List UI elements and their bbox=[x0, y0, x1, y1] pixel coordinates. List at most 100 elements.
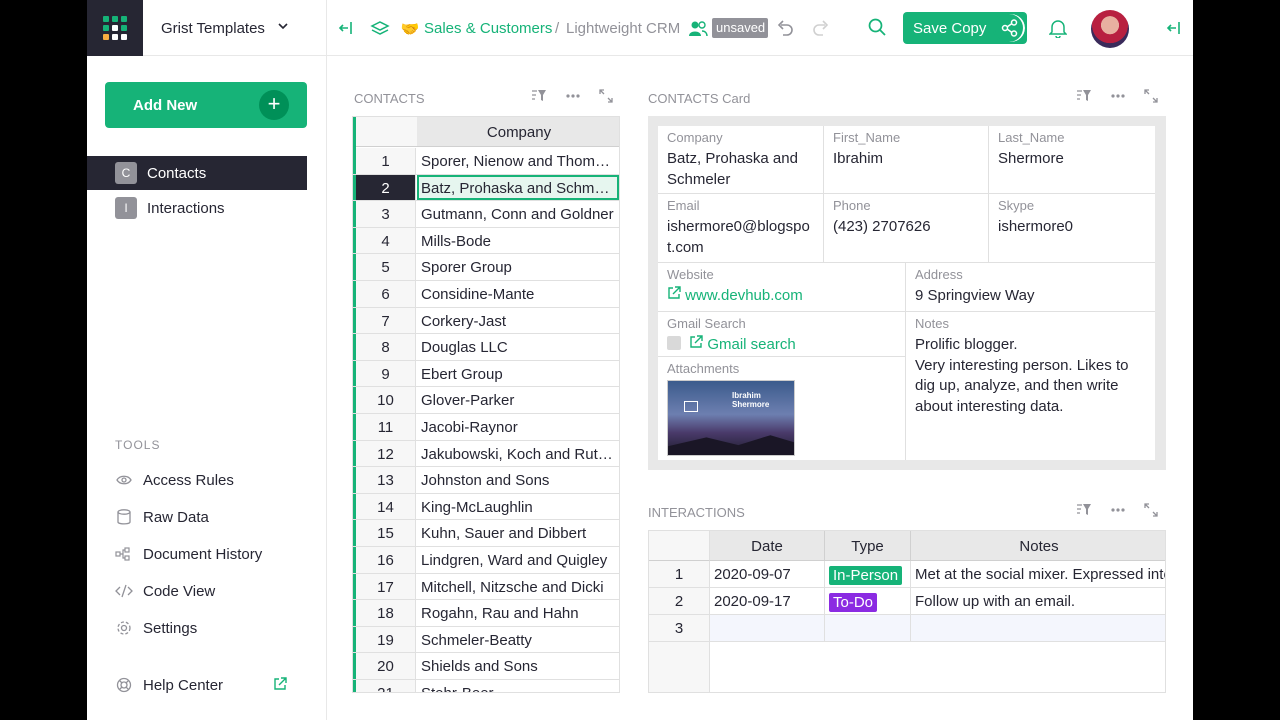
row-number[interactable]: 20 bbox=[356, 653, 416, 679]
page-item-interactions[interactable]: I Interactions bbox=[87, 191, 307, 225]
table-row[interactable]: 21Stehr-Beer bbox=[353, 680, 619, 692]
field-gmail-search[interactable]: Gmail Search Gmail search bbox=[658, 312, 906, 357]
table-row[interactable]: 2 Batz, Prohaska and Schmeler bbox=[353, 174, 619, 202]
date-cell[interactable]: 2020-09-17 bbox=[710, 588, 825, 614]
type-cell[interactable] bbox=[825, 615, 911, 641]
row-number[interactable]: 7 bbox=[356, 307, 416, 334]
table-row[interactable]: 11 Jacobi-Raynor bbox=[353, 414, 619, 441]
row-number[interactable]: 14 bbox=[356, 493, 416, 520]
column-header-date[interactable]: Date bbox=[710, 531, 825, 561]
field-notes[interactable]: Notes Prolific blogger. Very interesting… bbox=[906, 312, 1155, 460]
collapse-right-panel-icon[interactable] bbox=[1165, 19, 1183, 37]
collapse-panel-icon[interactable] bbox=[337, 19, 355, 37]
company-cell[interactable]: Mills-Bode bbox=[417, 228, 619, 254]
row-number[interactable]: 2 bbox=[356, 174, 416, 201]
row-number[interactable]: 5 bbox=[356, 254, 416, 280]
row-number[interactable]: 1 bbox=[649, 561, 710, 587]
row-number[interactable]: 17 bbox=[356, 573, 416, 600]
sort-filter-icon[interactable] bbox=[531, 89, 547, 106]
sort-filter-icon[interactable] bbox=[1076, 89, 1092, 106]
row-number[interactable]: 19 bbox=[356, 626, 416, 653]
company-cell[interactable]: Rogahn, Rau and Hahn bbox=[417, 600, 619, 626]
table-row[interactable]: 16 Lindgren, Ward and Quigley bbox=[353, 547, 619, 574]
table-row[interactable]: 15 Kuhn, Sauer and Dibbert bbox=[353, 520, 619, 547]
tool-document-history[interactable]: Document History bbox=[115, 543, 262, 565]
column-header-notes[interactable]: Notes bbox=[911, 531, 1165, 561]
row-number[interactable]: 4 bbox=[356, 227, 416, 254]
company-cell[interactable]: Sporer Group bbox=[417, 254, 619, 280]
more-options-icon[interactable] bbox=[1110, 89, 1126, 106]
redo-icon[interactable] bbox=[811, 18, 831, 38]
company-cell[interactable]: Jakubowski, Koch and Rutherford bbox=[417, 441, 619, 467]
chevron-down-icon[interactable] bbox=[277, 20, 289, 34]
table-row[interactable]: 1 2020-09-07 In-Person Met at the social mi… bbox=[649, 561, 1165, 588]
field-phone[interactable]: Phone (423) 2707626 bbox=[824, 194, 989, 263]
search-icon[interactable] bbox=[867, 17, 887, 37]
row-number[interactable]: 12 bbox=[356, 440, 416, 467]
gmail-search-link[interactable]: Gmail search bbox=[667, 335, 896, 356]
company-cell[interactable]: Glover-Parker bbox=[417, 387, 619, 413]
table-row[interactable]: 10 Glover-Parker bbox=[353, 387, 619, 414]
company-cell[interactable]: Sporer, Nienow and Thompson bbox=[417, 148, 619, 174]
company-cell[interactable]: Schmeler-Beatty bbox=[417, 627, 619, 653]
field-website[interactable]: Website www.devhub.com bbox=[658, 263, 906, 312]
table-row[interactable]: 1 Sporer, Nienow and Thompson bbox=[353, 148, 619, 175]
row-number[interactable]: 6 bbox=[356, 281, 416, 307]
table-row[interactable]: 2 2020-09-17 To-Do Follow up with an email. bbox=[649, 588, 1165, 615]
row-number[interactable]: 16 bbox=[356, 547, 416, 573]
company-cell[interactable]: Considine-Mante bbox=[417, 281, 619, 307]
column-header-company[interactable]: Company bbox=[417, 117, 619, 147]
tool-code-view[interactable]: Code View bbox=[115, 580, 215, 602]
table-row[interactable]: 7 Corkery-Jast bbox=[353, 307, 619, 335]
field-first-name[interactable]: First_Name Ibrahim bbox=[824, 126, 989, 194]
company-cell[interactable]: Kuhn, Sauer and Dibbert bbox=[417, 520, 619, 546]
expand-icon[interactable] bbox=[1144, 89, 1158, 106]
more-options-icon[interactable] bbox=[1110, 503, 1126, 520]
row-number[interactable]: 2 bbox=[649, 588, 710, 614]
grist-logo[interactable] bbox=[87, 0, 143, 56]
company-cell[interactable]: Gutmann, Conn and Goldner bbox=[417, 201, 619, 227]
row-number[interactable]: 9 bbox=[356, 360, 416, 387]
row-number[interactable]: 3 bbox=[356, 201, 416, 227]
date-cell[interactable] bbox=[710, 615, 825, 641]
external-link-icon[interactable] bbox=[271, 675, 289, 693]
breadcrumb-doc-name[interactable]: Lightweight CRM bbox=[566, 20, 680, 37]
row-number[interactable]: 3 bbox=[649, 615, 710, 641]
notes-cell[interactable]: Follow up with an email. bbox=[911, 588, 1165, 614]
company-cell[interactable]: Lindgren, Ward and Quigley bbox=[417, 547, 619, 573]
row-number[interactable]: 15 bbox=[356, 520, 416, 546]
field-address[interactable]: Address 9 Springview Way bbox=[906, 263, 1155, 312]
field-email[interactable]: Email ishermore0@blogspot.com bbox=[658, 194, 824, 263]
table-row[interactable]: 18 Rogahn, Rau and Hahn bbox=[353, 600, 619, 627]
field-skype[interactable]: Skype ishermore0 bbox=[989, 194, 1155, 263]
company-cell[interactable]: Mitchell, Nitzsche and Dicki bbox=[417, 574, 619, 600]
table-row[interactable]: 6 Considine-Mante bbox=[353, 281, 619, 308]
org-name[interactable]: Grist Templates bbox=[161, 20, 265, 37]
row-number[interactable]: 10 bbox=[356, 387, 416, 413]
row-number[interactable]: 21 bbox=[356, 680, 416, 692]
table-row[interactable]: 3 bbox=[649, 615, 1165, 642]
row-number[interactable]: 1 bbox=[356, 148, 416, 174]
help-center-link[interactable]: Help Center bbox=[115, 674, 223, 696]
notes-cell[interactable]: Met at the social mixer. Expressed inter… bbox=[911, 561, 1165, 587]
row-number[interactable]: 13 bbox=[356, 467, 416, 493]
company-cell[interactable]: Johnston and Sons bbox=[417, 467, 619, 493]
more-options-icon[interactable] bbox=[565, 89, 581, 106]
undo-icon[interactable] bbox=[775, 18, 795, 38]
workspace-icon[interactable] bbox=[370, 19, 390, 39]
field-attachments[interactable]: Attachments Ibrahim Shermore bbox=[658, 357, 906, 460]
table-row[interactable]: 4 Mills-Bode bbox=[353, 227, 619, 255]
share-button[interactable] bbox=[993, 12, 1027, 44]
table-row[interactable]: 9 Ebert Group bbox=[353, 360, 619, 388]
table-row[interactable]: 17 Mitchell, Nitzsche and Dicki bbox=[353, 573, 619, 601]
company-cell[interactable]: Jacobi-Raynor bbox=[417, 414, 619, 440]
company-cell[interactable]: Batz, Prohaska and Schmeler bbox=[417, 174, 619, 201]
table-row[interactable]: 19 Schmeler-Beatty bbox=[353, 626, 619, 654]
tool-raw-data[interactable]: Raw Data bbox=[115, 506, 209, 528]
company-cell[interactable]: Shields and Sons bbox=[417, 653, 619, 679]
column-header-type[interactable]: Type bbox=[825, 531, 911, 561]
company-cell[interactable]: Ebert Group bbox=[417, 361, 619, 387]
expand-icon[interactable] bbox=[1144, 503, 1158, 520]
expand-icon[interactable] bbox=[599, 89, 613, 106]
row-number[interactable]: 11 bbox=[356, 414, 416, 440]
